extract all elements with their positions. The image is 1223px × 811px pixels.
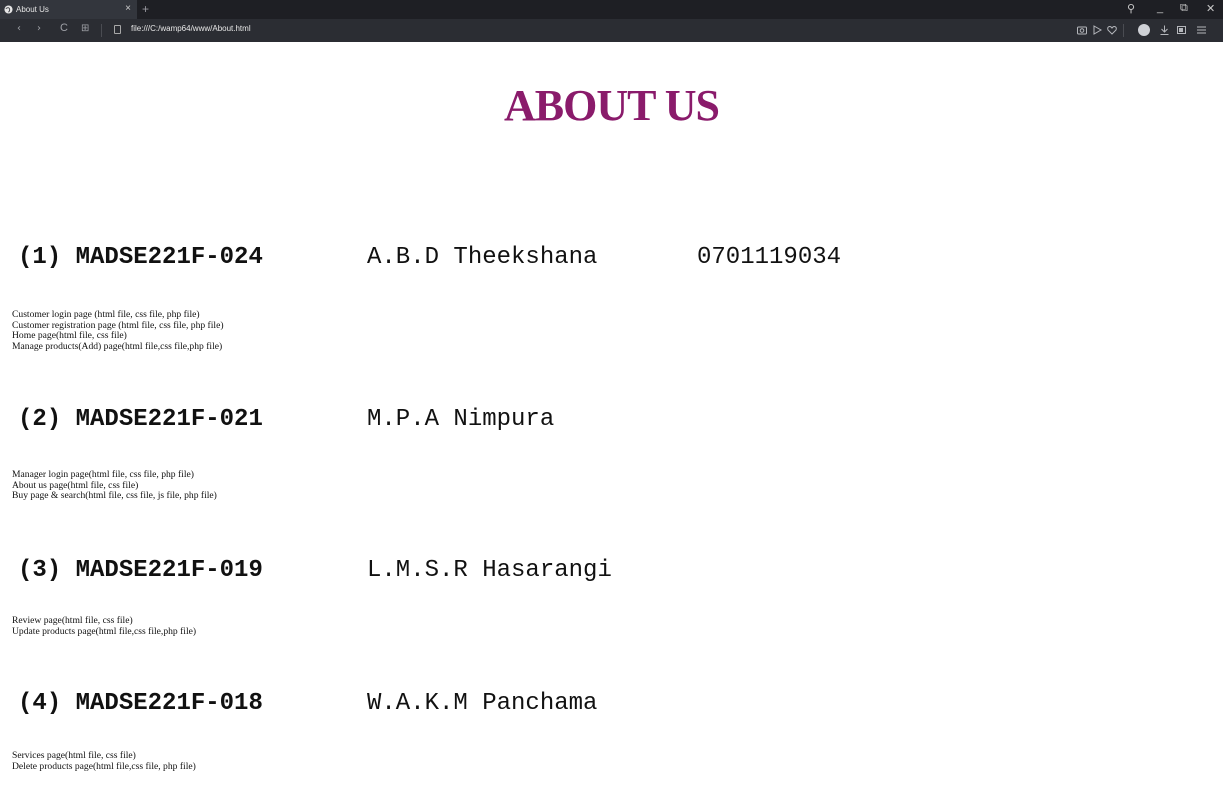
separator [1123, 24, 1124, 37]
minimize-button[interactable]: _ [1157, 2, 1163, 14]
member-code: MADSE221F-024 [75, 244, 263, 271]
profile-icon[interactable] [1138, 24, 1150, 36]
url-field[interactable]: file:///C:/wamp64/www/About.html [131, 24, 251, 33]
reload-button[interactable]: C [60, 22, 68, 34]
close-window-button[interactable]: ✕ [1206, 2, 1215, 15]
tab-title: About Us [16, 5, 49, 14]
battery-icon[interactable] [1177, 26, 1188, 34]
download-icon[interactable] [1160, 25, 1169, 35]
member-code: MADSE221F-019 [75, 557, 263, 584]
tab-close-icon[interactable]: × [125, 3, 131, 14]
heart-icon[interactable] [1107, 25, 1117, 35]
member-name: M.P.A Nimpura [367, 406, 555, 433]
member-id: (3) MADSE221F-019 [18, 557, 263, 584]
page-title: ABOUT US [504, 81, 720, 130]
search-icon[interactable]: ⚲ [1127, 2, 1135, 15]
member-code: MADSE221F-021 [75, 406, 263, 433]
member-name: L.M.S.R Hasarangi [367, 557, 612, 584]
restore-button[interactable]: ⧉ [1180, 2, 1188, 15]
member-index: (4) [18, 690, 62, 717]
task-item: Review page(html file, css file) [12, 615, 133, 626]
member-id: (2) MADSE221F-021 [18, 406, 263, 433]
task-item: Customer login page (html file, css file… [12, 309, 200, 320]
task-item: Home page(html file, css file) [12, 330, 127, 341]
task-item: Update products page(html file,css file,… [12, 625, 197, 637]
member-index: (2) [18, 406, 62, 433]
menu-icon[interactable] [1197, 26, 1206, 34]
back-button[interactable]: ‹ [17, 23, 21, 34]
tab-bar: About Us × + ⚲ _ ⧉ ✕ [0, 0, 1223, 19]
camera-icon[interactable] [1077, 25, 1087, 35]
member-id: (1) MADSE221F-024 [18, 244, 263, 271]
member-phone: 0701119034 [697, 244, 842, 271]
member-code: MADSE221F-018 [75, 690, 263, 717]
play-icon[interactable] [1093, 25, 1102, 35]
address-bar: ‹ › C ⊞ file:///C:/wamp64/www/About.html [0, 19, 1223, 42]
member-name: A.B.D Theekshana [367, 244, 598, 271]
member-index: (1) [18, 244, 62, 271]
task-item: Manager login page(html file, css file, … [12, 469, 194, 480]
task-item: Buy page & search(html file, css file, j… [12, 490, 217, 501]
member-name: W.A.K.M Panchama [367, 690, 598, 717]
separator [101, 24, 102, 37]
task-item: Services page(html file, css file) [12, 750, 136, 761]
task-list: Manager login page(html file, css file, … [12, 469, 217, 502]
task-list: Services page(html file, css file) Delet… [12, 750, 196, 772]
page-icon [114, 25, 121, 34]
grid-icon[interactable]: ⊞ [81, 23, 89, 34]
task-list: Review page(html file, css file) Update … [12, 615, 197, 637]
browser-tab[interactable]: About Us × [0, 0, 137, 19]
member-index: (3) [18, 557, 62, 584]
task-item: Manage products(Add) page(html file,css … [12, 340, 223, 352]
task-list: Customer login page (html file, css file… [12, 309, 224, 352]
member-id: (4) MADSE221F-018 [18, 690, 263, 717]
globe-icon [4, 5, 13, 14]
task-item: Delete products page(html file,css file,… [12, 760, 196, 772]
new-tab-button[interactable]: + [142, 2, 149, 16]
forward-button[interactable]: › [37, 23, 41, 34]
